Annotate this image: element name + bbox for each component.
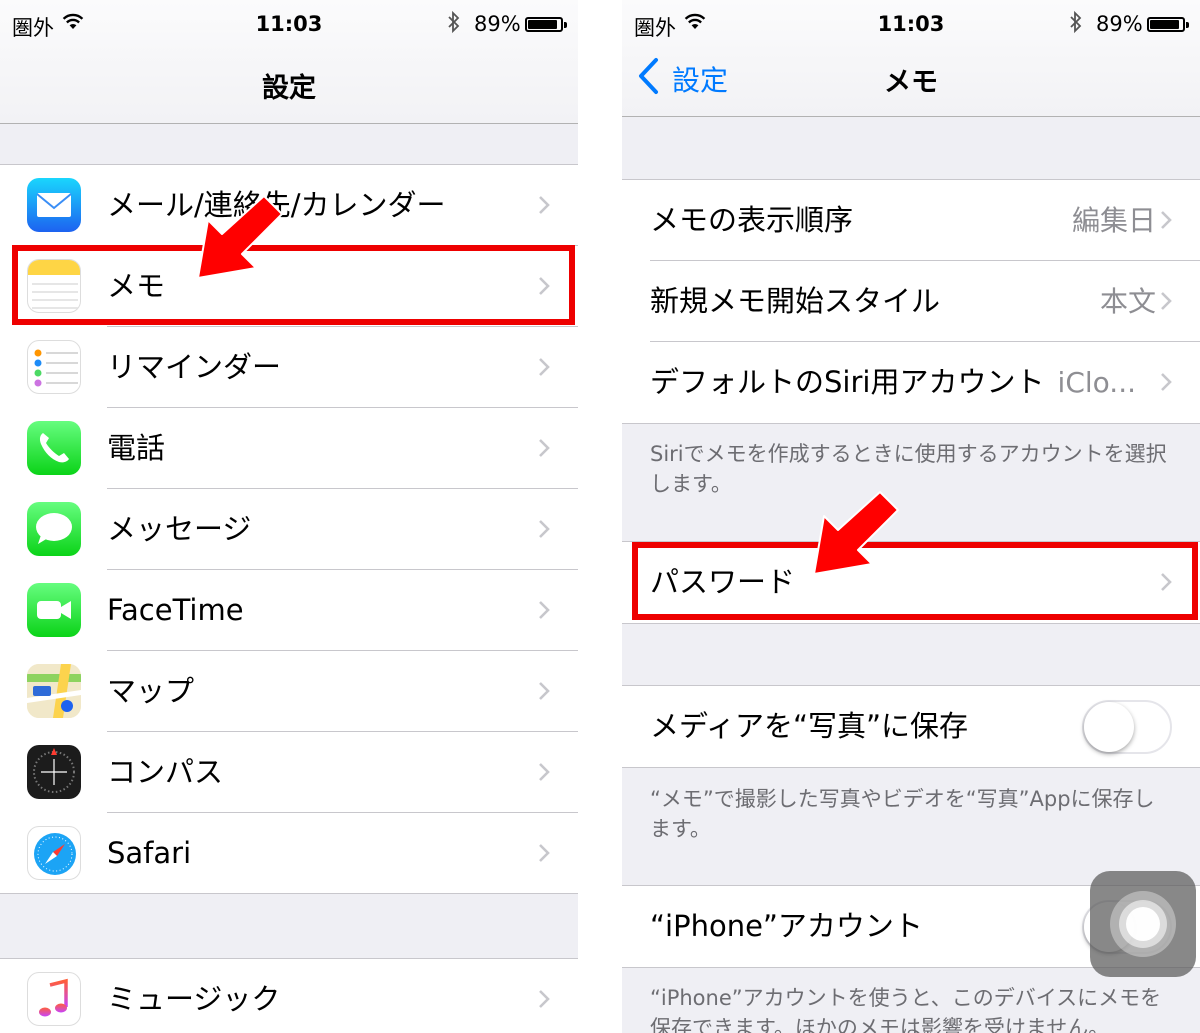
- red-arrow-icon: [813, 491, 899, 575]
- reminders-icon: [27, 340, 81, 394]
- battery-percent: 89%: [1096, 12, 1143, 36]
- chevron-right-icon: [539, 196, 550, 214]
- compass-icon: [27, 745, 81, 799]
- bluetooth-icon: [1070, 10, 1082, 34]
- iphone-account-footer: “iPhone”アカウントを使うと、このデバイスにメモを保存できます。ほかのメモ…: [650, 986, 1162, 1033]
- settings-item-music[interactable]: ミュージック: [0, 959, 578, 1033]
- assistive-touch-button[interactable]: [1090, 871, 1196, 977]
- settings-list-2: ミュージック: [0, 958, 578, 1033]
- save-media-toggle[interactable]: [1082, 700, 1172, 754]
- facetime-icon: [27, 583, 81, 637]
- page-title: 設定: [262, 73, 316, 104]
- media-group: メディアを“写真”に保存: [622, 685, 1200, 768]
- option-save-media: メディアを“写真”に保存: [622, 686, 1200, 767]
- settings-item-label: メッセージ: [107, 512, 252, 546]
- chevron-right-icon: [539, 601, 550, 619]
- chevron-right-icon: [539, 844, 550, 862]
- messages-icon: [27, 502, 81, 556]
- settings-screen: 圏外 11:03 89% 設定 メール/連絡先/カレンダー メモ リマインダー …: [0, 0, 578, 1033]
- chevron-right-icon: [1161, 211, 1172, 229]
- option-label: 新規メモ開始スタイル: [650, 284, 941, 318]
- mail-icon: [27, 178, 81, 232]
- status-bar: 圏外 11:03 89%: [622, 0, 1200, 44]
- maps-icon: [27, 664, 81, 718]
- settings-item-label: ミュージック: [107, 982, 281, 1016]
- siri-account-footer: Siriでメモを作成するときに使用するアカウントを選択します。: [650, 442, 1167, 496]
- settings-item-messages[interactable]: メッセージ: [0, 489, 578, 570]
- settings-item-compass[interactable]: コンパス: [0, 732, 578, 813]
- settings-item-label: 電話: [107, 431, 166, 465]
- option-label: デフォルトのSiri用アカウント: [650, 365, 1045, 399]
- music-icon: [27, 972, 81, 1026]
- settings-item-label: リマインダー: [107, 350, 282, 384]
- settings-item-label: マップ: [107, 674, 195, 708]
- option-value: 本文: [1099, 285, 1156, 318]
- chevron-right-icon: [1161, 292, 1172, 310]
- option-value: 編集日: [1071, 204, 1156, 237]
- chevron-right-icon: [539, 763, 550, 781]
- chevron-right-icon: [539, 520, 550, 538]
- battery-percent: 89%: [474, 12, 521, 36]
- option-sort-order[interactable]: メモの表示順序 編集日: [622, 180, 1200, 261]
- settings-item-label: コンパス: [107, 755, 224, 789]
- option-new-note-style[interactable]: 新規メモ開始スタイル 本文: [622, 261, 1200, 342]
- settings-item-safari[interactable]: Safari: [0, 813, 578, 893]
- option-value: iClo...: [1057, 366, 1136, 399]
- settings-item-reminders[interactable]: リマインダー: [0, 327, 578, 408]
- settings-item-phone[interactable]: 電話: [0, 408, 578, 489]
- red-arrow-icon: [197, 195, 283, 279]
- chevron-right-icon: [1161, 373, 1172, 391]
- bluetooth-icon: [448, 10, 460, 34]
- highlight-box-notes: [12, 245, 575, 325]
- page-title: メモ: [884, 67, 938, 98]
- settings-item-maps[interactable]: マップ: [0, 651, 578, 732]
- highlight-box-password: [632, 542, 1198, 620]
- chevron-right-icon: [539, 439, 550, 457]
- option-label: メモの表示順序: [650, 203, 854, 237]
- phone-icon: [27, 421, 81, 475]
- settings-item-label: Safari: [107, 836, 192, 870]
- status-bar: 圏外 11:03 89%: [0, 0, 578, 44]
- safari-icon: [27, 826, 81, 880]
- settings-item-label: FaceTime: [107, 593, 244, 627]
- option-label: メディアを“写真”に保存: [650, 709, 969, 743]
- option-default-siri-account[interactable]: デフォルトのSiri用アカウント iClo...: [622, 342, 1200, 423]
- chevron-right-icon: [539, 682, 550, 700]
- chevron-right-icon: [539, 358, 550, 376]
- notes-options-group: メモの表示順序 編集日 新規メモ開始スタイル 本文 デフォルトのSiri用アカウ…: [622, 179, 1200, 424]
- chevron-right-icon: [539, 990, 550, 1008]
- media-footer: “メモ”で撮影した写真やビデオを“写真”Appに保存します。: [650, 787, 1155, 841]
- settings-item-facetime[interactable]: FaceTime: [0, 570, 578, 651]
- battery-icon: [525, 17, 567, 32]
- option-label: “iPhone”アカウント: [650, 909, 923, 943]
- battery-icon: [1147, 17, 1189, 32]
